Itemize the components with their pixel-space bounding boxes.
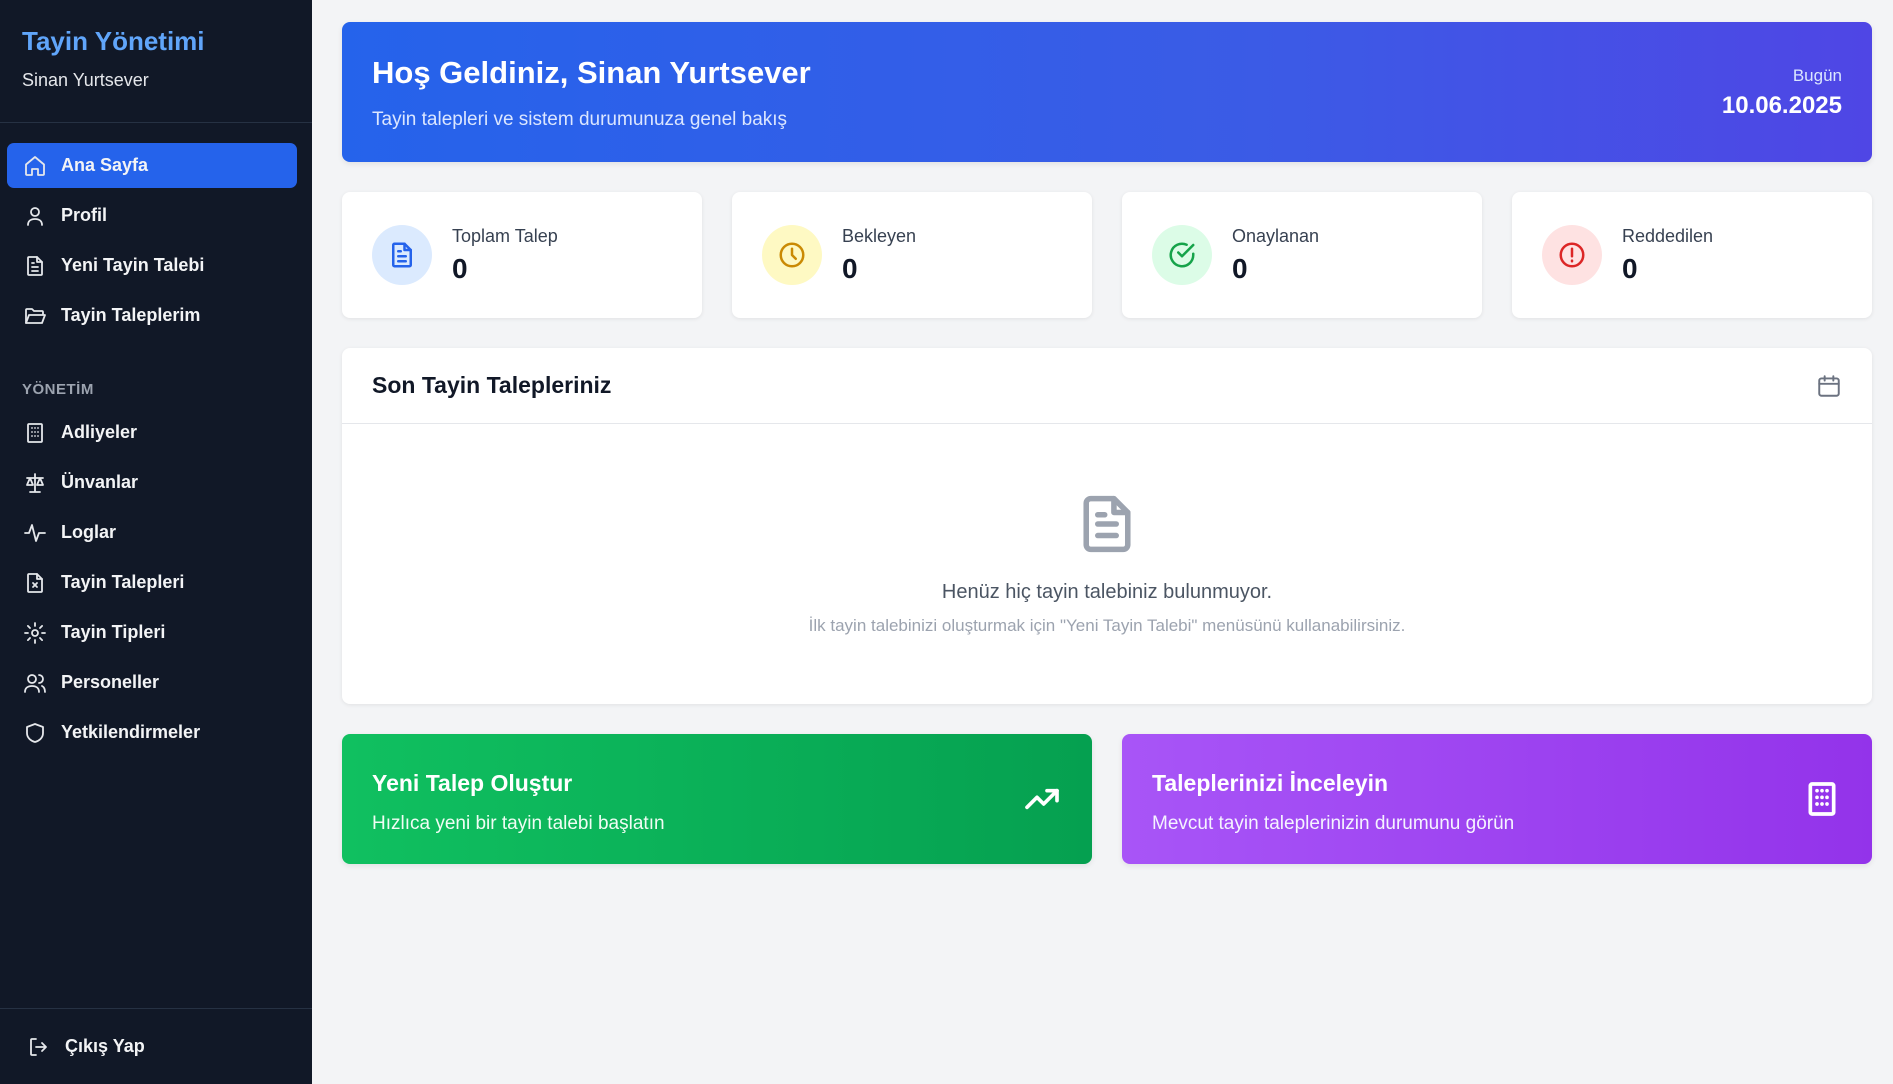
stat-card-toplam-talep: Toplam Talep 0: [342, 192, 702, 318]
calendar-icon[interactable]: [1816, 373, 1842, 399]
alert-circle-icon: [1542, 225, 1602, 285]
shield-icon: [23, 721, 47, 745]
stat-value: 0: [1622, 252, 1638, 284]
file-text-icon: [23, 254, 47, 278]
main-content: Hoş Geldiniz, Sinan Yurtsever Tayin tale…: [342, 22, 1872, 864]
sidebar-item-personeller[interactable]: Personeller: [7, 660, 297, 705]
action-subtitle: Hızlıca yeni bir tayin talebi başlatın: [372, 813, 665, 834]
empty-hint: İlk tayin talebinizi oluşturmak için "Ye…: [808, 616, 1406, 635]
clock-icon: [762, 225, 822, 285]
logout-icon: [30, 1037, 47, 1056]
home-icon: [23, 154, 47, 178]
sidebar-item-label: Tayin Talepleri: [61, 572, 185, 592]
building-icon: [1802, 779, 1842, 819]
quick-actions: Yeni Talep Oluştur Hızlıca yeni bir tayi…: [342, 734, 1872, 864]
action-title: Taleplerinizi İnceleyin: [1152, 770, 1389, 796]
stat-label: Onaylanan: [1232, 225, 1320, 246]
app-title: Tayin Yönetimi: [22, 26, 205, 56]
action-title: Yeni Talep Oluştur: [372, 770, 573, 796]
panel-title: Son Tayin Talepleriniz: [372, 372, 612, 398]
welcome-subtitle: Tayin talepleri ve sistem durumunuza gen…: [372, 109, 788, 130]
document-icon: [1083, 495, 1131, 553]
trending-up-icon: [1022, 779, 1062, 819]
sidebar-item-label: Loglar: [61, 522, 117, 542]
scale-icon: [23, 471, 47, 495]
welcome-title: Hoş Geldiniz, Sinan Yurtsever: [372, 55, 811, 90]
folder-open-icon: [23, 304, 47, 328]
new-request-card[interactable]: Yeni Talep Oluştur Hızlıca yeni bir tayi…: [342, 734, 1092, 864]
stat-label: Toplam Talep: [452, 225, 558, 246]
brand: Tayin Yönetimi Sinan Yurtsever: [0, 0, 312, 123]
stats-row: Toplam Talep 0 Bekleyen 0 Onaylanan 0 Re…: [342, 192, 1872, 318]
logout-label: Çıkış Yap: [65, 1036, 145, 1056]
document-icon: [372, 225, 432, 285]
sidebar-item-ana-sayfa[interactable]: Ana Sayfa: [7, 143, 297, 188]
recent-requests-panel: Son Tayin Talepleriniz Henüz hiç tayin t…: [342, 348, 1872, 704]
sidebar-item-label: Ünvanlar: [61, 472, 139, 492]
sidebar-item-tayin-taleplerim[interactable]: Tayin Taleplerim: [7, 293, 297, 338]
activity-icon: [23, 521, 47, 545]
empty-state: Henüz hiç tayin talebiniz bulunmuyor. İl…: [342, 424, 1872, 636]
logout-button[interactable]: Çıkış Yap: [0, 1008, 312, 1084]
stat-card-onaylanan: Onaylanan 0: [1122, 192, 1482, 318]
user-icon: [23, 204, 47, 228]
check-circle-icon: [1152, 225, 1212, 285]
sidebar-item-label: Tayin Taleplerim: [61, 305, 201, 325]
sidebar-item-profil[interactable]: Profil: [7, 193, 297, 238]
sidebar-item-yeni-tayin-talebi[interactable]: Yeni Tayin Talebi: [7, 243, 297, 288]
sidebar-item-label: Yeni Tayin Talebi: [61, 255, 205, 275]
sidebar-item-label: Tayin Tipleri: [61, 622, 166, 642]
stat-label: Bekleyen: [842, 225, 917, 246]
sidebar-item-label: Adliyeler: [61, 422, 138, 442]
today-label: Bugün: [1792, 66, 1842, 85]
stat-value: 0: [452, 252, 468, 284]
today-date: Bugün 10.06.2025: [1722, 66, 1842, 120]
today-value: 10.06.2025: [1721, 92, 1842, 119]
building-icon: [23, 421, 47, 445]
sidebar-item-unvanlar[interactable]: Ünvanlar: [7, 460, 297, 505]
stat-value: 0: [1232, 252, 1248, 284]
nav-section-yonetim: YÖNETİM: [22, 381, 94, 398]
file-x-icon: [23, 571, 47, 595]
sidebar-item-tayin-tipleri[interactable]: Tayin Tipleri: [7, 610, 297, 655]
sidebar-item-tayin-talepleri[interactable]: Tayin Talepleri: [7, 560, 297, 605]
sidebar-item-adliyeler[interactable]: Adliyeler: [7, 410, 297, 455]
sidebar: Tayin Yönetimi Sinan Yurtsever Ana Sayfa…: [0, 0, 312, 1084]
users-icon: [23, 671, 47, 695]
action-subtitle: Mevcut tayin taleplerinizin durumunu gör…: [1152, 813, 1515, 834]
sidebar-item-loglar[interactable]: Loglar: [7, 510, 297, 555]
sidebar-item-label: Ana Sayfa: [61, 155, 149, 175]
sidebar-item-label: Profil: [61, 205, 108, 225]
current-user-name: Sinan Yurtsever: [22, 70, 149, 90]
review-requests-card[interactable]: Taleplerinizi İnceleyin Mevcut tayin tal…: [1122, 734, 1872, 864]
sidebar-item-label: Personeller: [61, 672, 160, 692]
main-nav: Ana Sayfa Profil Yeni Tayin Talebi Tayin…: [0, 123, 312, 755]
welcome-banner: Hoş Geldiniz, Sinan Yurtsever Tayin tale…: [342, 22, 1872, 162]
stat-card-reddedilen: Reddedilen 0: [1512, 192, 1872, 318]
stat-label: Reddedilen: [1622, 225, 1714, 246]
sidebar-item-label: Yetkilendirmeler: [61, 722, 201, 742]
gear-icon: [23, 621, 47, 645]
empty-message: Henüz hiç tayin talebiniz bulunmuyor.: [941, 581, 1273, 603]
stat-card-bekleyen: Bekleyen 0: [732, 192, 1092, 318]
stat-value: 0: [842, 252, 858, 284]
sidebar-item-yetkilendirmeler[interactable]: Yetkilendirmeler: [7, 710, 297, 755]
panel-header: Son Tayin Talepleriniz: [342, 348, 1872, 424]
